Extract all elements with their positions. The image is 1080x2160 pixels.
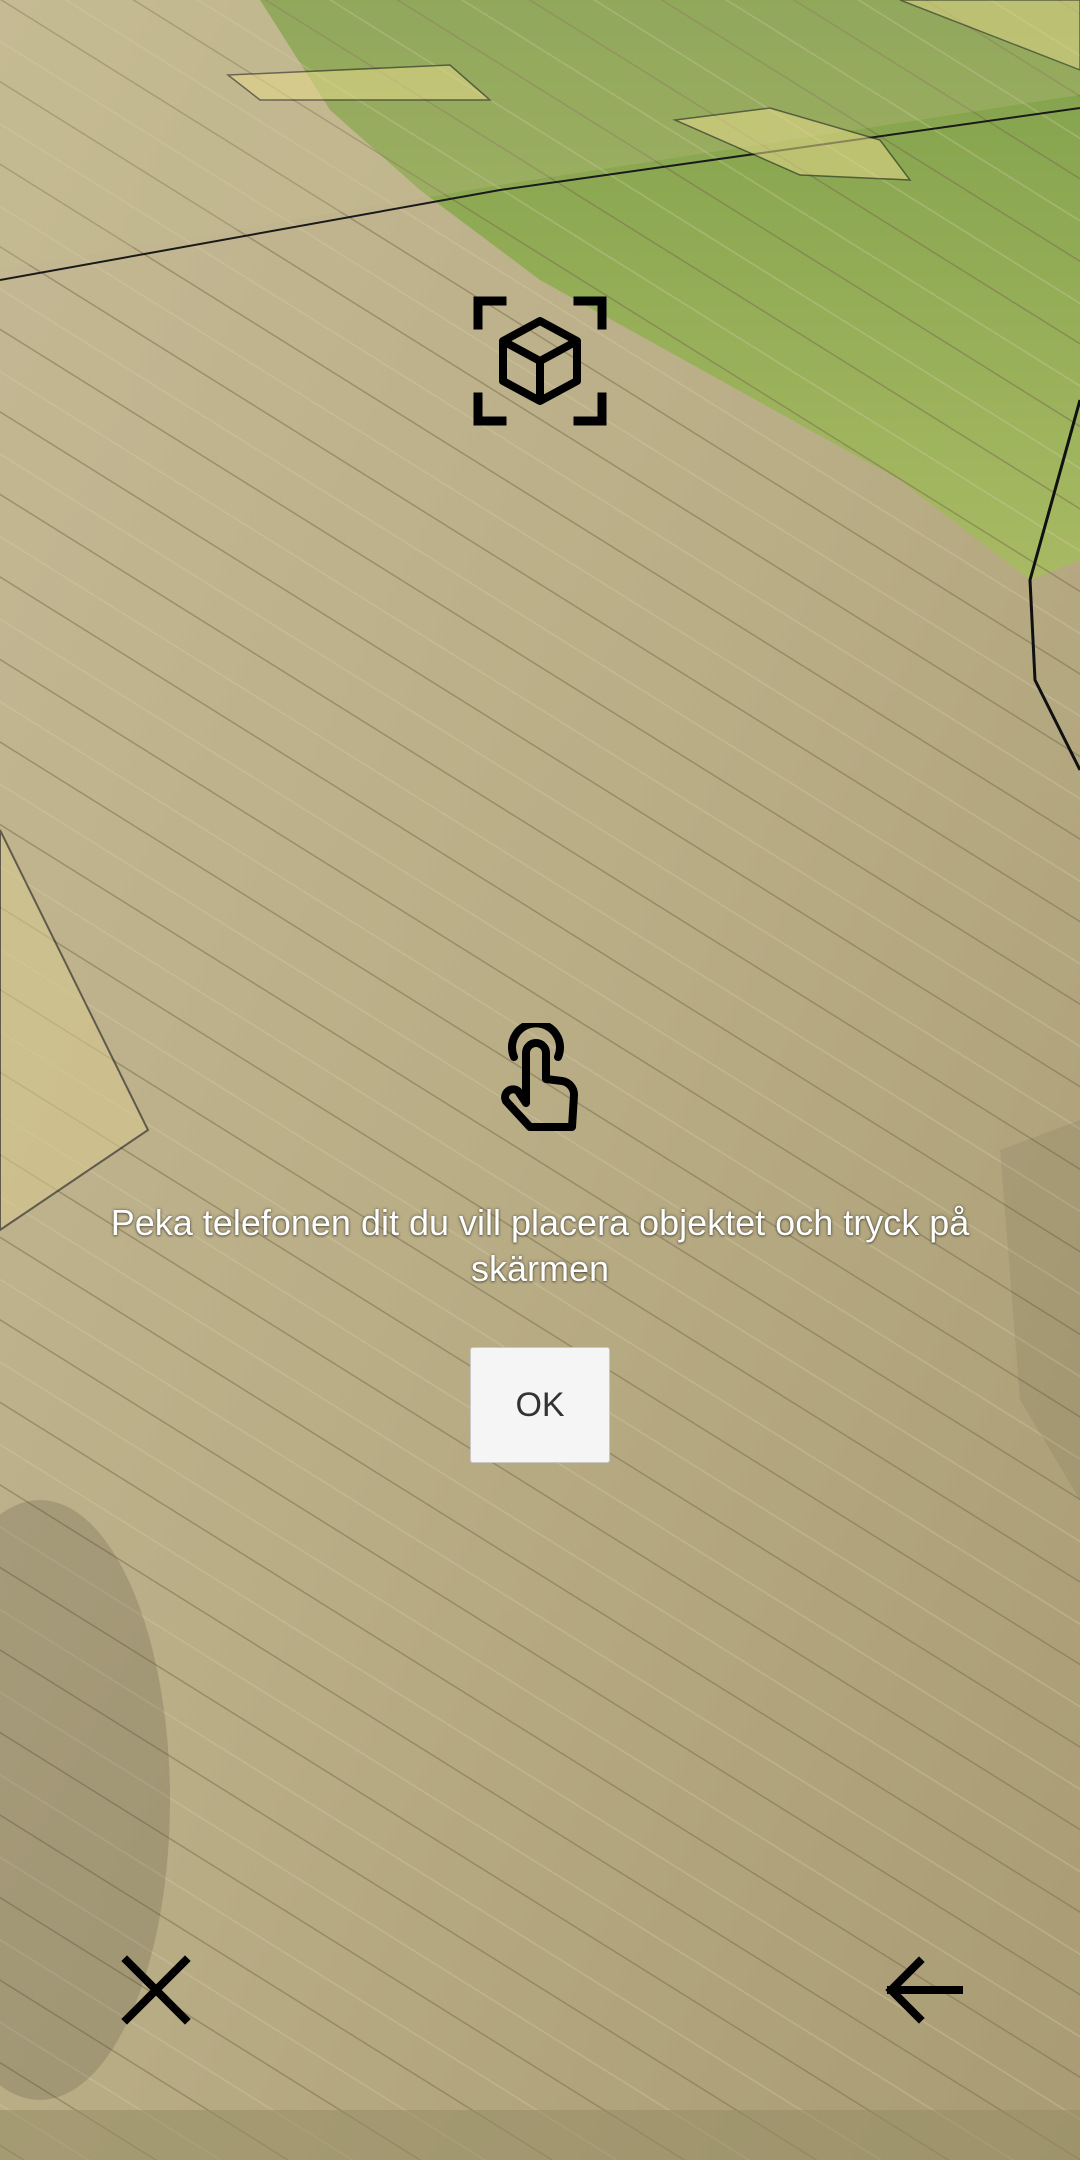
tap-gesture-icon bbox=[501, 1023, 579, 1131]
navigation-bar-area bbox=[0, 2110, 1080, 2160]
close-icon[interactable] bbox=[121, 1955, 191, 2025]
ar-object-scan-icon bbox=[473, 296, 607, 426]
ar-overlay: Peka telefonen dit du vill placera objek… bbox=[0, 0, 1080, 2160]
arrow-left-icon[interactable] bbox=[883, 1955, 963, 2025]
placement-instruction: Peka telefonen dit du vill placera objek… bbox=[110, 1202, 970, 1289]
ok-button[interactable]: OK bbox=[470, 1347, 610, 1463]
